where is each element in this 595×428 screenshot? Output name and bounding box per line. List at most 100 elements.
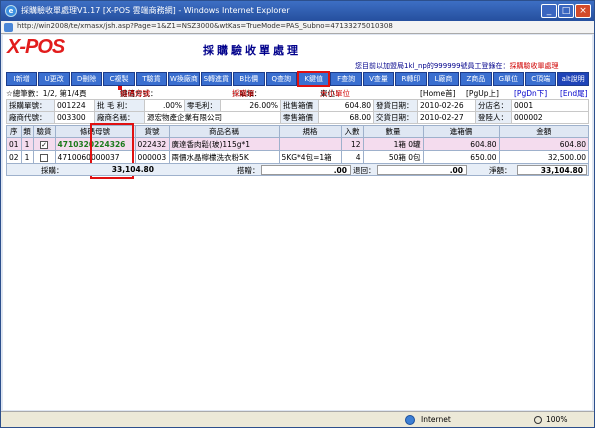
cell-checked[interactable] (32, 150, 56, 164)
col-amount[interactable]: 金額 (498, 125, 590, 138)
cell-product-name: 廣達香肉鬆(玻)115g*1 (168, 137, 280, 151)
cell-sku: 000003 (134, 150, 170, 164)
address-bar[interactable]: http://win2008/te/xmasx/jsh.asp?Page=1&Z… (1, 21, 594, 34)
close-button[interactable]: × (575, 4, 591, 18)
toolbar-button-2[interactable]: D刪除 (70, 72, 103, 86)
security-zone: Internet (421, 415, 451, 424)
order-header-row1: 採購單號： 001224 批 毛 利： .00% 零毛利： 26.00% 批售箱… (6, 99, 589, 112)
maximize-button[interactable]: □ (558, 4, 574, 18)
nav-pgup-link[interactable]: [PgUp上] (466, 88, 499, 99)
col-sku[interactable]: 貨號 (134, 125, 170, 138)
toolbar-button-6[interactable]: S轉進貨 (200, 72, 233, 86)
ship-date-label: 發貨日期： (373, 99, 418, 112)
ie-logo-icon: e (5, 5, 17, 17)
login-notice-text: 您目前以加盟局1kl_np的999999號員工登錄在： (355, 62, 510, 70)
toolbar-button-13[interactable]: L廠商 (427, 72, 460, 86)
unchecked-checkbox[interactable] (40, 153, 49, 162)
vendor-code-label: 廠商代號： (6, 111, 55, 124)
toolbar-button-0[interactable]: I新增 (6, 72, 38, 86)
cell-seq: 01 (6, 137, 22, 151)
retail-price-field[interactable]: 68.00 (318, 111, 374, 124)
order-header: 採購單號： 001224 批 毛 利： .00% 零毛利： 26.00% 批售箱… (6, 99, 589, 124)
toolbar-button-12[interactable]: R轉印 (395, 72, 427, 86)
nav-home-link[interactable]: [Home首] (420, 88, 456, 99)
unit-mode-value: 採購單 (232, 89, 255, 98)
return-field[interactable]: .00 (377, 165, 467, 175)
toolbar-button-17[interactable]: alt說明 (557, 72, 589, 86)
page-title: 採購驗收單處理 (203, 44, 301, 57)
vendor-name-field[interactable]: 源宏物產企業有限公司 (144, 111, 281, 124)
cell-price[interactable]: 650.00 (422, 150, 500, 164)
toolbar-button-11[interactable]: V查量 (362, 72, 395, 86)
cell-sku: 022432 (134, 137, 170, 151)
toolbar-button-9[interactable]: K鍵值 (296, 71, 331, 87)
toolbar-button-1[interactable]: U更改 (38, 72, 70, 86)
login-notice: 您目前以加盟局1kl_np的999999號員工登錄在：採購驗收單處理 (355, 61, 559, 71)
ship-date-field[interactable]: 2010-02-26 (417, 99, 476, 112)
cell-checked[interactable]: ✓ (32, 137, 56, 151)
zero-margin-field[interactable]: 26.00% (220, 99, 281, 112)
toolbar-button-3[interactable]: C複製 (103, 72, 135, 86)
cell-qty[interactable]: 1箱 0罐 (362, 137, 424, 151)
zoom-level[interactable]: 100% (546, 415, 567, 424)
cell-seq: 02 (6, 150, 22, 164)
toolbar-button-4[interactable]: T驗貨 (135, 72, 168, 86)
discount-field[interactable]: .00 (261, 165, 351, 175)
nav-end-link[interactable]: [End尾] (560, 88, 588, 99)
vendor-name-label: 廠商名稱： (94, 111, 145, 124)
toolbar-button-16[interactable]: C頂端 (525, 72, 557, 86)
po-number-label: 採購單號： (6, 99, 55, 112)
toolbar-button-7[interactable]: B比價 (233, 72, 265, 86)
purchase-total-value: 33,104.80 (111, 165, 154, 174)
toolbar-button-15[interactable]: G單位 (492, 72, 524, 86)
delivery-date-field[interactable]: 2010-02-27 (417, 111, 476, 124)
address-url[interactable]: http://win2008/te/xmasx/jsh.asp?Page=1&Z… (17, 22, 393, 30)
col-qty[interactable]: 數量 (362, 125, 424, 138)
branch-field[interactable]: 0001 (511, 99, 589, 112)
cell-price[interactable]: 604.80 (422, 137, 500, 151)
col-product-name[interactable]: 商品名稱 (168, 125, 280, 138)
po-number-field[interactable]: 001224 (54, 99, 95, 112)
vendor-code-field[interactable]: 003300 (54, 111, 95, 124)
record-count: ☆總筆數：1/2, 第1/4頁 (6, 89, 87, 98)
purchase-total-label: 採購： (41, 166, 64, 175)
cell-qty[interactable]: 50箱 0包 (362, 150, 424, 164)
key-mode-value: 條碼母號 (120, 89, 150, 98)
zero-margin-label: 零毛利： (184, 99, 221, 112)
action-toolbar: I新增 U更改 D刪除 C複製 T驗貨 W換廠商 S轉進貨 B比價 Q查詢 K鍵值 F查詢 V查量 R轉… (6, 71, 589, 87)
minimize-button[interactable]: _ (541, 4, 557, 18)
operator-field[interactable]: 000002 (511, 111, 589, 124)
discount-label: 搭贈： (237, 166, 260, 175)
cell-pack: 12 (340, 137, 364, 151)
cell-type: 1 (20, 150, 34, 164)
toolbar-button-8[interactable]: Q查詢 (265, 72, 297, 86)
operator-label: 登陸人： (475, 111, 512, 124)
checked-checkbox[interactable]: ✓ (40, 140, 49, 149)
return-label: 退回： (353, 166, 376, 175)
margin-field[interactable]: .00% (144, 99, 185, 112)
status-bar: Internet 100% (1, 411, 594, 427)
net-total-field: 33,104.80 (517, 165, 587, 175)
col-seq[interactable]: 序 (6, 125, 22, 138)
wholesale-price-field[interactable]: 604.80 (318, 99, 374, 112)
ie-window: e 採購驗收單處理V1.17 [X-POS 雲端商務網] - Windows I… (0, 0, 595, 428)
branch-label: 分店名： (475, 99, 512, 112)
cell-product-name: 兩價水晶檸檬洗衣粉5K (168, 150, 280, 164)
col-price[interactable]: 進箱價 (422, 125, 500, 138)
cell-pack: 4 (340, 150, 364, 164)
zoom-icon[interactable] (534, 416, 542, 424)
toolbar-button-10[interactable]: F查詢 (330, 72, 362, 86)
margin-label: 批 毛 利： (94, 99, 145, 112)
col-pack[interactable]: 入數 (340, 125, 364, 138)
toolbar-button-5[interactable]: W換廠商 (168, 72, 200, 86)
nav-pgdn-link[interactable]: [PgDn下] (514, 88, 547, 99)
col-spec[interactable]: 規格 (278, 125, 342, 138)
col-type[interactable]: 類 (20, 125, 34, 138)
login-notice-module: 採購驗收單處理 (509, 62, 559, 70)
toolbar-button-14[interactable]: Z商品 (460, 72, 492, 86)
cell-spec (278, 137, 342, 151)
col-checked[interactable]: 驗貨 (32, 125, 56, 138)
title-bar: e 採購驗收單處理V1.17 [X-POS 雲端商務網] - Windows I… (1, 1, 594, 21)
page-content: X-POS 採購驗收單處理 您目前以加盟局1kl_np的999999號員工登錄在… (3, 35, 592, 410)
cell-type: 1 (20, 137, 34, 151)
